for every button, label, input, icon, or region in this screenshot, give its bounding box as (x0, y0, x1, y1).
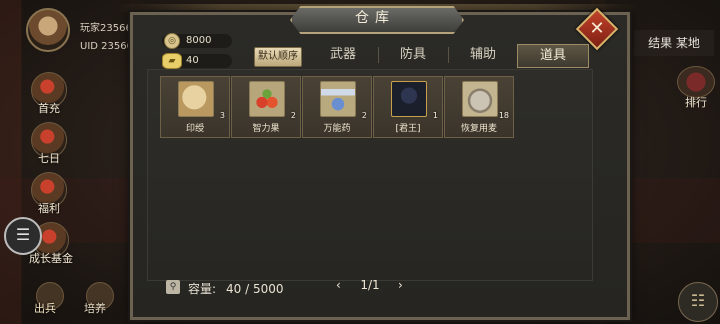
nav-item-march[interactable]: 出兵 (28, 300, 62, 316)
coin-icon: ◎ (164, 33, 180, 49)
capacity-icon: ⚲ (166, 280, 180, 294)
item-slot[interactable]: 3 印绶 (160, 76, 230, 138)
item-slot[interactable]: 2 万能药 (302, 76, 372, 138)
sidebar-label: 七日 (38, 152, 60, 165)
item-count: 3 (219, 111, 225, 120)
tab-weapon[interactable]: 武器 (308, 44, 378, 66)
sidebar-welfare[interactable]: 福利 (28, 172, 70, 216)
result-button[interactable]: 结果 某地 (634, 30, 714, 56)
player-avatar[interactable] (26, 8, 70, 52)
chat-icon: ☰ (15, 225, 31, 244)
page-indicator: 1/1 (360, 278, 380, 292)
ingot-icon: ▰ (162, 53, 182, 69)
sort-order-button[interactable]: 默认顺序 (254, 47, 302, 67)
item-name: 智力果 (252, 124, 280, 134)
tab-items[interactable]: 道具 (517, 44, 589, 68)
potion-icon (320, 81, 356, 117)
nav-item-train[interactable]: 培养 (78, 300, 112, 316)
seal-icon (178, 81, 214, 117)
prev-page-button[interactable]: ‹ (336, 278, 341, 292)
capacity-value: 40 / 5000 (226, 282, 284, 296)
ingot-balance: ▰ 40 (162, 53, 232, 69)
ingot-value: 40 (186, 55, 199, 66)
item-slot[interactable]: 18 恢复用麦 (444, 76, 514, 138)
capacity-label: 容量: (188, 282, 217, 296)
fruit-icon (249, 81, 285, 117)
menu-icon: ☷ (690, 291, 706, 310)
king-card-icon (391, 81, 427, 117)
coin-balance: ◎ 8000 (162, 33, 232, 49)
coin-value: 8000 (186, 35, 212, 46)
ranking-button[interactable]: 排行 (674, 66, 718, 110)
next-page-button[interactable]: › (398, 278, 403, 292)
sidebar-first-recharge[interactable]: 首充 (28, 72, 70, 116)
close-icon[interactable]: ✕ (582, 14, 612, 44)
item-count: 18 (498, 111, 509, 120)
tab-auxiliary[interactable]: 辅助 (448, 44, 518, 66)
sidebar-label: 福利 (38, 202, 60, 215)
item-name: 万能药 (323, 124, 351, 134)
item-count: 1 (432, 111, 438, 120)
item-slot[interactable]: 1 [君王] (373, 76, 443, 138)
menu-button[interactable]: ☷ (678, 282, 718, 322)
sidebar-label: 首充 (38, 102, 60, 115)
ranking-label: 排行 (685, 96, 707, 109)
item-count: 2 (361, 111, 367, 120)
chat-button[interactable]: ☰ (4, 217, 42, 255)
item-name: 恢复用麦 (460, 124, 497, 134)
item-slot[interactable]: 2 智力果 (231, 76, 301, 138)
tab-armor[interactable]: 防具 (378, 44, 448, 66)
item-name: 印绶 (185, 124, 204, 134)
item-name: [君王] (395, 124, 421, 134)
sidebar-label: 成长基金 (29, 252, 73, 265)
wheat-sack-icon (462, 81, 498, 117)
panel-title: 仓库 (355, 10, 395, 26)
item-count: 2 (290, 111, 296, 120)
sidebar-seven-day[interactable]: 七日 (28, 122, 70, 166)
